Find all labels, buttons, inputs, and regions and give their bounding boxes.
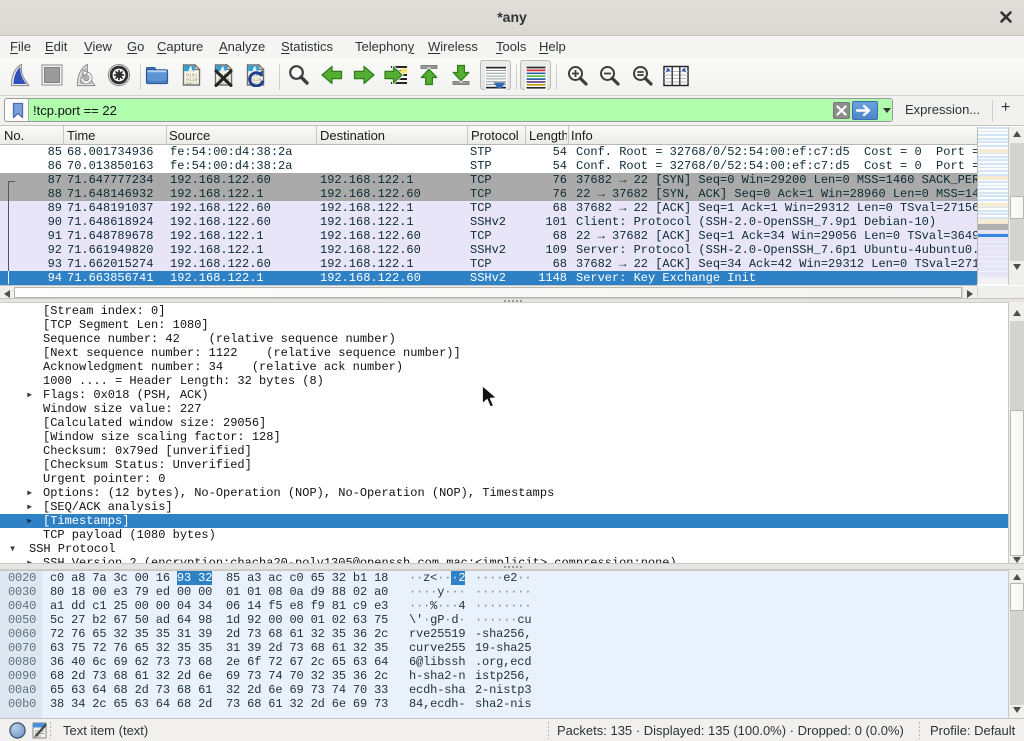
svg-text:0011: 0011 (186, 81, 198, 87)
